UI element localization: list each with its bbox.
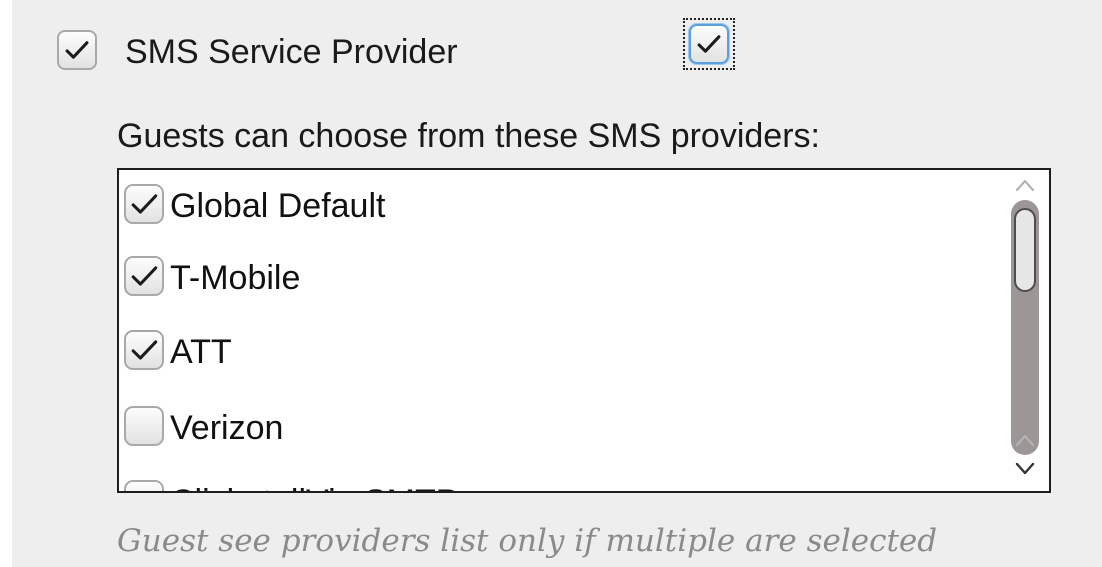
providers-list: Global Default T-Mobile ATT Verizon (119, 170, 999, 491)
list-item-checkbox[interactable] (124, 330, 164, 370)
list-item-clickatell-via-smtp[interactable]: ClickatellVia SMTP (119, 466, 999, 491)
providers-listbox[interactable]: Global Default T-Mobile ATT Verizon (117, 168, 1051, 493)
list-item-t-mobile[interactable]: T-Mobile (119, 242, 999, 318)
list-item-checkbox[interactable] (124, 256, 164, 296)
list-item-label: ATT (170, 333, 232, 371)
list-item-label: ClickatellVia SMTP (170, 483, 458, 491)
multiple-providers-hint: Guest see providers list only if multipl… (117, 523, 938, 559)
scroll-up-arrow-bottom[interactable] (1001, 425, 1049, 455)
checkmark-icon (131, 266, 158, 286)
checkmark-icon (65, 41, 89, 59)
secondary-toggle-checkbox[interactable] (689, 24, 729, 64)
list-item-global-default[interactable]: Global Default (119, 170, 999, 246)
list-item-label: Global Default (170, 187, 386, 225)
providers-scrollbar[interactable] (1001, 170, 1049, 491)
chevron-up-icon (1015, 179, 1035, 192)
list-item-verizon[interactable]: Verizon (119, 392, 999, 468)
sms-service-provider-label: SMS Service Provider (125, 33, 458, 71)
list-item-checkbox[interactable] (124, 406, 164, 446)
checkmark-icon (697, 35, 721, 53)
list-item-att[interactable]: ATT (119, 316, 999, 392)
list-item-checkbox[interactable] (124, 480, 164, 491)
chevron-up-icon (1015, 434, 1035, 447)
list-item-label: Verizon (170, 409, 284, 447)
checkmark-icon (131, 340, 158, 360)
checkmark-icon (131, 194, 158, 214)
list-item-checkbox[interactable] (124, 184, 164, 224)
chevron-down-icon (1015, 462, 1035, 475)
scrollbar-thumb[interactable] (1014, 208, 1036, 292)
list-item-label: T-Mobile (170, 259, 301, 297)
scroll-up-arrow[interactable] (1001, 170, 1049, 200)
providers-caption: Guests can choose from these SMS provide… (117, 117, 820, 155)
sms-service-provider-checkbox[interactable] (57, 30, 97, 70)
scroll-down-arrow[interactable] (1001, 453, 1049, 483)
